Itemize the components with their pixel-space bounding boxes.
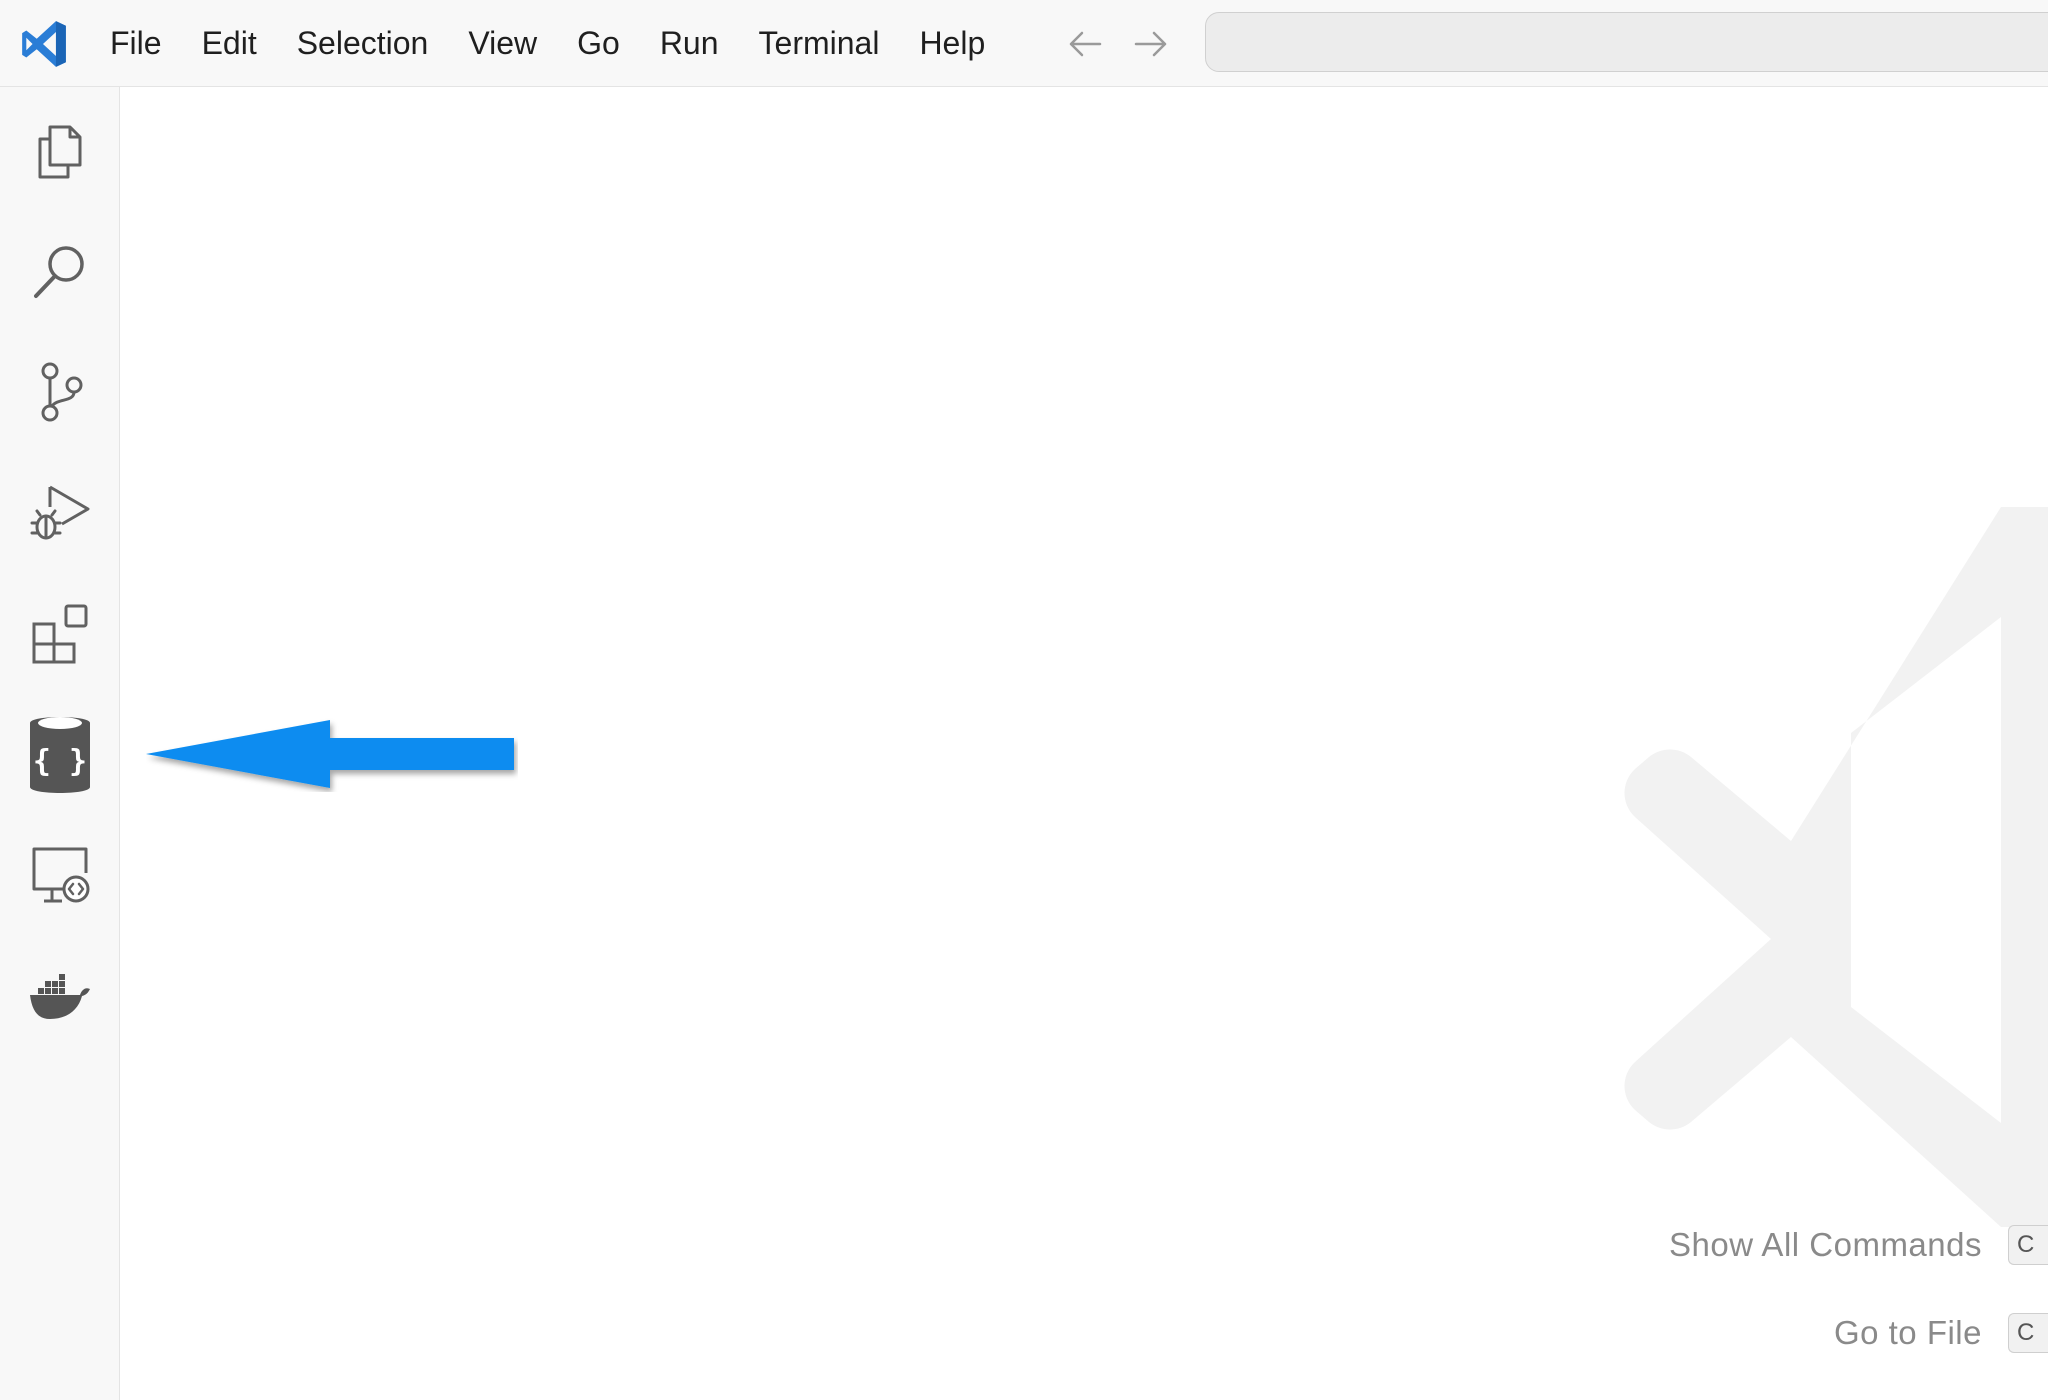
extensions-icon — [32, 604, 88, 664]
go-to-file-hint: Go to File C — [1834, 1308, 2048, 1358]
search-icon — [34, 246, 84, 298]
activity-explorer[interactable] — [0, 96, 120, 206]
go-to-file-label: Go to File — [1833, 1314, 1982, 1351]
activity-bar: { } — [0, 87, 120, 1400]
svg-text:{ }: { } — [33, 744, 87, 779]
show-all-commands-label: Show All Commands — [1669, 1226, 1982, 1263]
activity-run-debug[interactable] — [0, 458, 120, 568]
activity-remote-explorer[interactable] — [0, 820, 120, 930]
vscode-watermark-icon — [1624, 507, 2048, 1227]
menu-terminal[interactable]: Terminal — [739, 0, 900, 87]
title-bar: File Edit Selection View Go Run Terminal… — [0, 0, 2048, 87]
activity-json-database[interactable]: { } — [0, 700, 120, 810]
show-all-commands-hint: Show All Commands C — [1669, 1220, 2048, 1270]
back-button[interactable] — [1063, 24, 1107, 64]
menu-run[interactable]: Run — [640, 0, 739, 87]
menu-go[interactable]: Go — [557, 0, 640, 87]
forward-button[interactable] — [1129, 24, 1173, 64]
arrow-right-icon — [1134, 31, 1167, 57]
arrow-left-icon — [1069, 31, 1102, 57]
activity-search[interactable] — [0, 217, 120, 327]
show-all-commands-keybinding: C — [2008, 1225, 2048, 1265]
json-database-icon: { } — [30, 717, 90, 793]
source-control-icon — [41, 362, 83, 422]
menu-view[interactable]: View — [448, 0, 557, 87]
docker-icon — [30, 974, 90, 1019]
menu-selection[interactable]: Selection — [277, 0, 449, 87]
files-icon — [38, 125, 82, 179]
go-to-file-keybinding: C — [2008, 1313, 2048, 1353]
remote-explorer-icon — [32, 847, 90, 903]
debug-icon — [30, 485, 90, 540]
menu-help[interactable]: Help — [899, 0, 1005, 87]
menu-edit[interactable]: Edit — [182, 0, 277, 87]
vscode-logo-icon — [22, 21, 66, 67]
activity-extensions[interactable] — [0, 579, 120, 689]
activity-docker[interactable] — [0, 940, 120, 1050]
activity-source-control[interactable] — [0, 337, 120, 447]
menu-bar: File Edit Selection View Go Run Terminal… — [90, 0, 1005, 87]
menu-file[interactable]: File — [90, 0, 182, 87]
command-center-search[interactable] — [1205, 12, 2048, 72]
annotation-arrow-icon — [146, 720, 514, 788]
